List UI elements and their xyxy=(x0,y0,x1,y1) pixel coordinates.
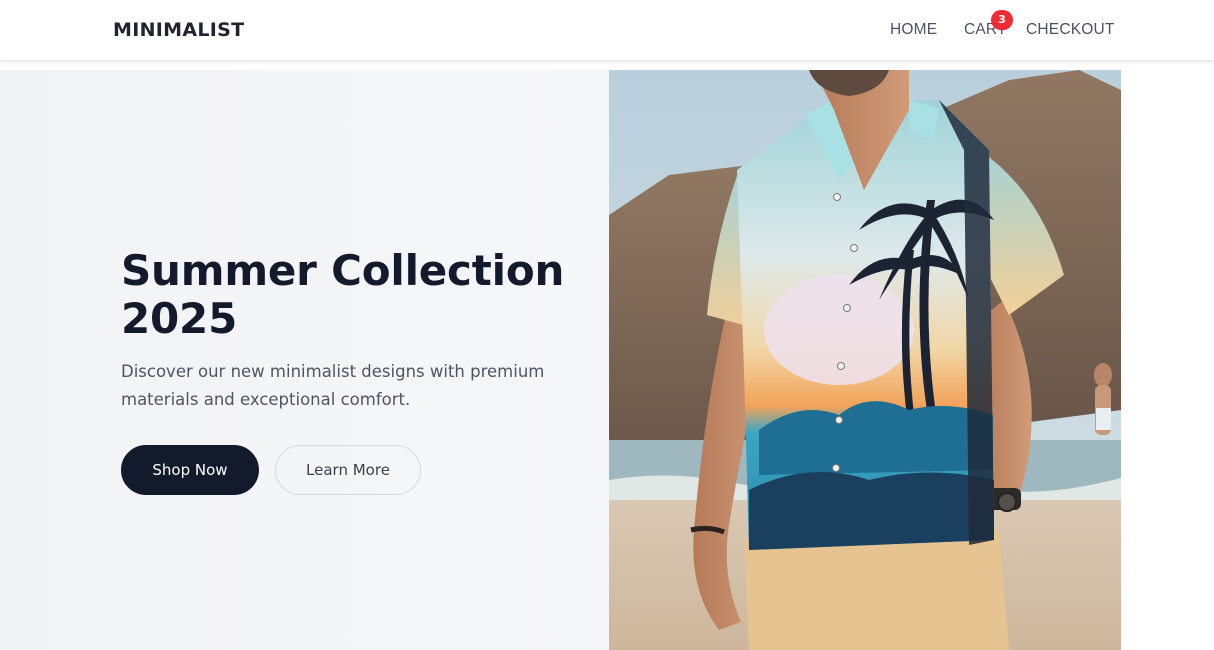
nav-checkout-link[interactable]: CHECKOUT xyxy=(1026,21,1115,39)
hero-product-image xyxy=(609,70,1121,650)
hero-subtitle: Discover our new minimalist designs with… xyxy=(121,358,561,414)
hero-title: Summer Collection 2025 xyxy=(121,247,601,343)
nav-home-link[interactable]: HOME xyxy=(890,21,937,39)
hero-title-line-2: 2025 xyxy=(121,294,238,343)
hero-title-line-1: Summer Collection xyxy=(121,246,565,295)
hero-text-panel: Summer Collection 2025 Discover our new … xyxy=(0,70,609,650)
learn-more-button[interactable]: Learn More xyxy=(275,445,421,495)
cart-count-badge[interactable]: 3 xyxy=(991,10,1013,30)
hero-subtitle-line-2: materials and exceptional comfort. xyxy=(121,390,411,409)
hero-section: Summer Collection 2025 Discover our new … xyxy=(0,70,1214,650)
site-header: MINIMALIST HOME CART CHECKOUT 3 xyxy=(0,0,1214,61)
shop-now-button[interactable]: Shop Now xyxy=(121,445,259,495)
main-nav: HOME CART CHECKOUT xyxy=(0,21,1214,41)
hero-subtitle-line-1: Discover our new minimalist designs with… xyxy=(121,362,545,381)
distant-person xyxy=(1094,363,1112,387)
